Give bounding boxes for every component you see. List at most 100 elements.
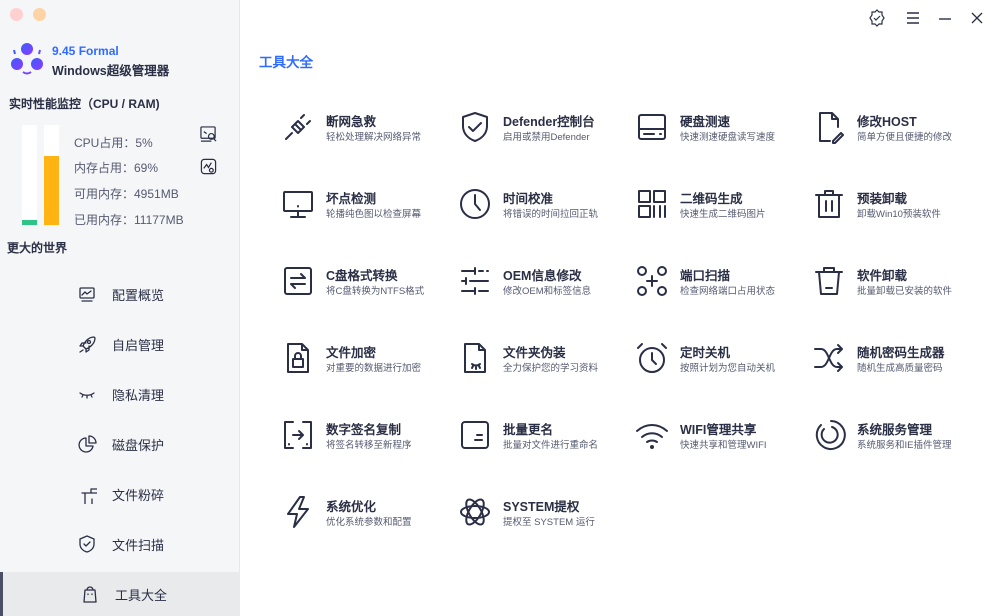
- sidebar-item-label: 自启管理: [112, 337, 165, 353]
- tool-file-lock[interactable]: 文件加密 对重要的数据进行加密: [280, 340, 455, 384]
- sidebar: 9.45 Formal Windows超级管理器 实时性能监控（CPU / RA…: [0, 0, 240, 616]
- tool-title: 坏点检测: [326, 192, 377, 206]
- clock-icon: [460, 189, 490, 219]
- mem-bar: [44, 125, 59, 225]
- tool-desc: 全力保护您的学习资料: [503, 363, 599, 374]
- tool-title: 系统服务管理: [857, 423, 933, 437]
- file-edit-icon: [819, 112, 844, 144]
- file-eye-icon: [464, 343, 486, 373]
- tool-bolt[interactable]: 系统优化优化系统参数和配置: [280, 494, 455, 538]
- tool-shuffle[interactable]: 随机密码生成器 随机生成高质量密码: [811, 340, 986, 384]
- tool-title: 系统优化: [326, 500, 377, 514]
- shopping-bag-icon: [83, 586, 97, 603]
- shuffle-icon: [814, 344, 843, 372]
- tool-desc: 提权至 SYSTEM 运行: [503, 517, 595, 528]
- trash-icon: [81, 488, 97, 504]
- bin-icon: [815, 267, 843, 295]
- sidebar-item-label: 工具大全: [115, 587, 168, 603]
- sidebar-item-shopping-bag[interactable]: 工具大全: [0, 572, 240, 616]
- menu-icon[interactable]: [904, 9, 922, 27]
- tool-desc: 轮播纯色图以检查屏幕: [326, 209, 422, 220]
- tool-rename[interactable]: 批量更名 批量对文件进行重命名: [457, 417, 632, 461]
- tool-desc: 批量卸载已安装的软件: [857, 286, 953, 297]
- tool-title: 软件卸载: [857, 269, 908, 283]
- tool-shield[interactable]: Defender控制台 启用或禁用Defender: [457, 109, 632, 153]
- tool-desc: 快速共享和管理WIFI: [680, 440, 767, 451]
- page-title: 工具大全: [259, 55, 313, 70]
- tool-title: 随机密码生成器: [857, 346, 945, 360]
- tool-title: 端口扫描: [680, 269, 731, 283]
- monitor-search-icon[interactable]: [200, 126, 217, 143]
- app-version: 9.45 Formal: [52, 44, 119, 58]
- avail-mem: 可用内存：4951MB: [74, 187, 179, 201]
- closed-eye-icon: [79, 392, 95, 399]
- sidebar-item-label: 文件粉碎: [112, 487, 165, 503]
- tool-desc: 批量对文件进行重命名: [503, 440, 599, 451]
- tool-title: 断网急救: [326, 115, 377, 129]
- minimize-dot[interactable]: [33, 8, 46, 21]
- file-lock-icon: [287, 343, 309, 373]
- tool-alarm[interactable]: 定时关机 按照计划为您自动关机: [634, 340, 809, 384]
- tool-wifi[interactable]: WIFI管理共享 快速共享和管理WIFI: [634, 417, 809, 461]
- sidebar-item-pie-chart[interactable]: 磁盘保护: [0, 422, 240, 466]
- tool-file-edit[interactable]: 修改HOST 简单方便且便捷的修改: [811, 109, 986, 153]
- tool-desc: 将C盘转换为NTFS格式: [326, 286, 425, 297]
- app-name: Windows超级管理器: [52, 64, 170, 78]
- sidebar-item-monitor-chart[interactable]: 配置概览: [0, 272, 240, 316]
- tool-monitor[interactable]: 坏点检测轮播纯色图以检查屏幕: [280, 186, 455, 230]
- tool-desc: 对重要的数据进行加密: [326, 363, 422, 374]
- tool-bin[interactable]: 软件卸载批量卸载已安装的软件: [811, 263, 986, 307]
- cpu-usage: CPU占用：5%: [74, 136, 153, 150]
- tool-title: 数字签名复制: [326, 423, 402, 437]
- swap-icon: [284, 267, 312, 295]
- sidebar-item-shield-check[interactable]: 文件扫描: [0, 522, 240, 566]
- rename-icon: [461, 421, 489, 449]
- sidebar-item-closed-eye[interactable]: 隐私清理: [0, 372, 240, 416]
- tool-title: 定时关机: [680, 346, 731, 360]
- tool-title: 硬盘测速: [680, 115, 731, 129]
- tool-desc: 快速测速硬盘读写速度: [680, 132, 776, 143]
- app-logo-icon: [11, 43, 43, 75]
- sliders-icon: [461, 267, 489, 295]
- monitor-chart-icon: [79, 287, 95, 302]
- qrcode-icon: [638, 190, 666, 218]
- tool-ports[interactable]: 端口扫描 检查网络端口占用状态: [634, 263, 809, 307]
- tool-swap[interactable]: C盘格式转换将C盘转换为NTFS格式: [280, 263, 455, 307]
- tool-clock[interactable]: 时间校准 将错误的时间拉回正轨: [457, 186, 632, 230]
- tool-service[interactable]: 系统服务管理系统服务和IE插件管理: [811, 417, 986, 461]
- tool-desc: 随机生成高质量密码: [857, 363, 943, 374]
- tool-desc: 简单方便且便捷的修改: [857, 132, 953, 143]
- ports-icon: [637, 266, 667, 296]
- service-icon: [815, 420, 846, 450]
- tool-sign-copy[interactable]: 数字签名复制 将签名转移至新程序: [280, 417, 455, 461]
- tool-disk[interactable]: 硬盘测速快速测速硬盘读写速度: [634, 109, 809, 153]
- tool-trash[interactable]: 预装卸载 卸载Win10预装软件: [811, 186, 986, 230]
- tool-desc: 将错误的时间拉回正轨: [503, 209, 599, 220]
- plug-icon: [285, 114, 311, 140]
- disk-icon: [638, 114, 666, 140]
- verified-badge-icon[interactable]: [868, 9, 886, 27]
- tool-desc: 系统服务和IE插件管理: [857, 440, 952, 451]
- sidebar-item-label: 隐私清理: [112, 387, 165, 403]
- section-label: 更大的世界: [7, 241, 68, 255]
- tool-desc: 优化系统参数和配置: [326, 517, 412, 528]
- sidebar-item-rocket[interactable]: 自启管理: [0, 322, 240, 366]
- sidebar-item-trash[interactable]: 文件粉碎: [0, 472, 240, 516]
- tool-title: C盘格式转换: [326, 269, 398, 283]
- tool-sliders[interactable]: OEM信息修改 修改OEM和标签信息: [457, 263, 632, 307]
- cpu-bar: [22, 125, 37, 225]
- sidebar-item-label: 文件扫描: [112, 537, 165, 553]
- close-dot[interactable]: [10, 8, 23, 21]
- close-icon[interactable]: [968, 9, 986, 27]
- minimize-icon[interactable]: [936, 9, 954, 27]
- tool-atom[interactable]: SYSTEM提权提权至 SYSTEM 运行: [457, 494, 632, 538]
- tool-desc: 修改OEM和标签信息: [503, 286, 592, 297]
- tool-title: SYSTEM提权: [503, 500, 580, 514]
- sidebar-item-label: 磁盘保护: [112, 437, 165, 453]
- tool-plug[interactable]: 断网急救 轻松处理解决网络异常: [280, 109, 455, 153]
- tool-file-eye[interactable]: 文件夹伪装 全力保护您的学习资料: [457, 340, 632, 384]
- memory-chart-icon[interactable]: [200, 158, 217, 175]
- tool-title: WIFI管理共享: [680, 423, 757, 437]
- tool-title: OEM信息修改: [503, 269, 582, 283]
- tool-qrcode[interactable]: 二维码生成 快速生成二维码图片: [634, 186, 809, 230]
